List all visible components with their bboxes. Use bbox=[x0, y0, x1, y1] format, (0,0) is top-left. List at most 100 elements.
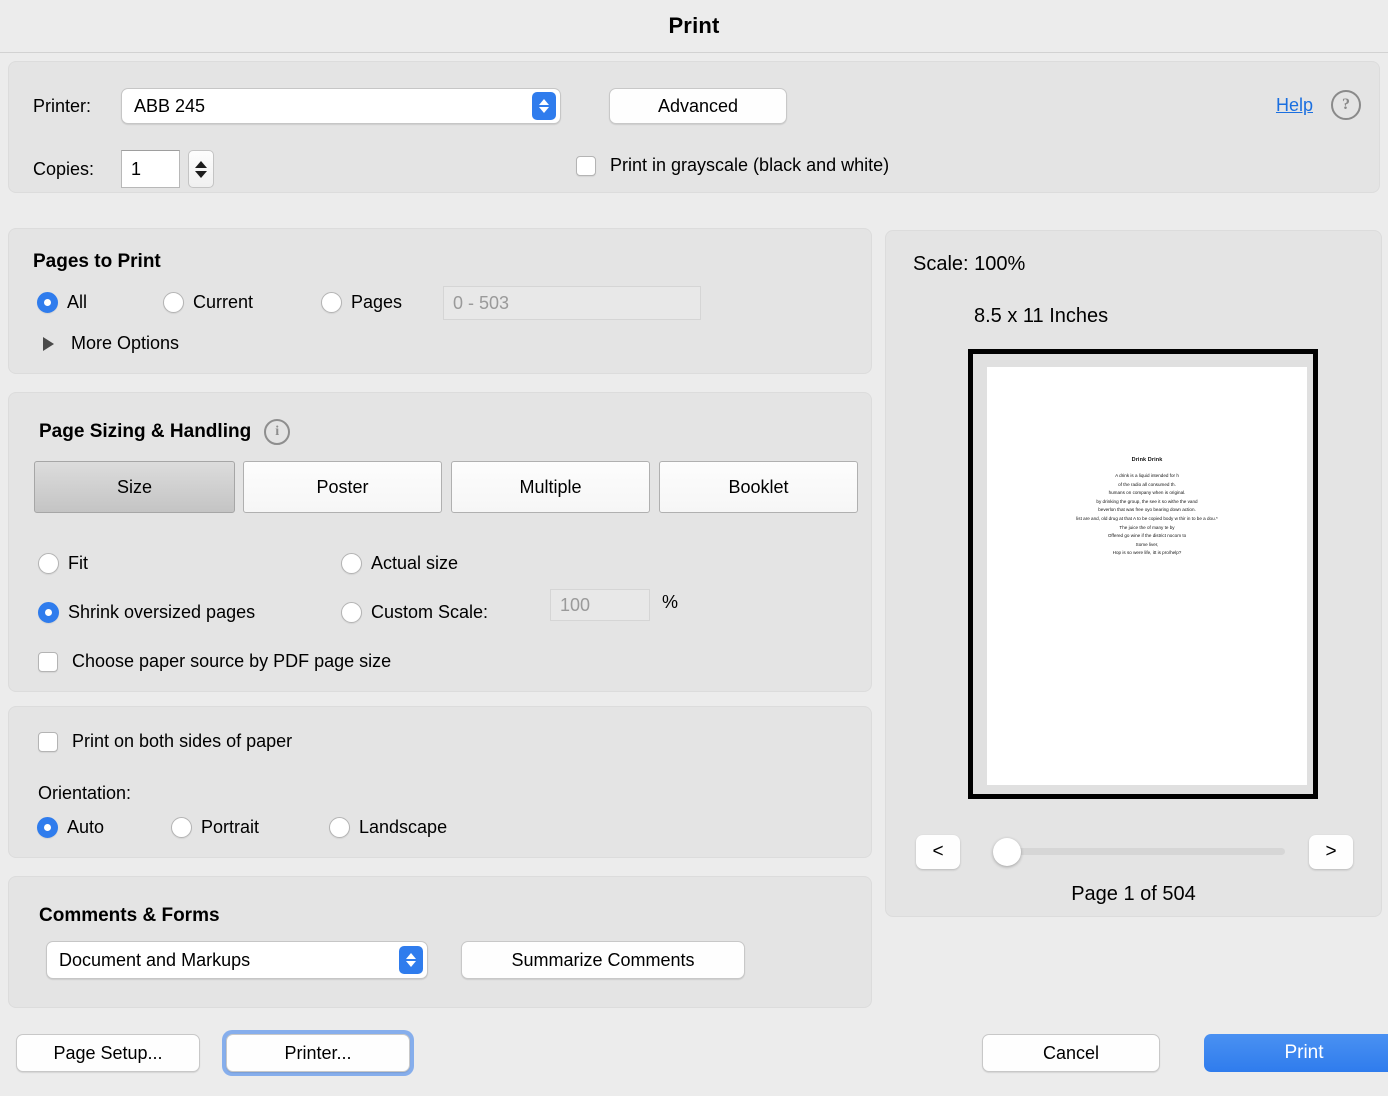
preview-doc-line: A drink is a liquid intended for h bbox=[987, 472, 1307, 481]
preview-prev-page-button[interactable]: < bbox=[916, 835, 960, 869]
radio-orientation-portrait[interactable]: Portrait bbox=[171, 817, 259, 838]
grayscale-label: Print in grayscale (black and white) bbox=[610, 155, 889, 176]
pages-to-print-panel: Pages to Print All Current Pages 0 - 503… bbox=[8, 228, 872, 374]
tab-size[interactable]: Size bbox=[34, 461, 235, 513]
preview-page-status: Page 1 of 504 bbox=[886, 883, 1381, 906]
page-title: Print bbox=[668, 13, 719, 39]
preview-doc-line: Hop is so were life, itt is pro/help? bbox=[987, 549, 1307, 558]
radio-indicator bbox=[329, 817, 350, 838]
more-options-disclosure[interactable]: More Options bbox=[43, 333, 179, 354]
tab-poster[interactable]: Poster bbox=[243, 461, 442, 513]
preview-page-frame: Drink Drink A drink is a liquid intended… bbox=[968, 349, 1318, 799]
radio-fit[interactable]: Fit bbox=[38, 553, 88, 574]
radio-indicator bbox=[171, 817, 192, 838]
radio-indicator bbox=[163, 292, 184, 313]
grayscale-checkbox[interactable] bbox=[576, 156, 596, 176]
radio-orientation-landscape[interactable]: Landscape bbox=[329, 817, 447, 838]
both-sides-checkbox[interactable] bbox=[38, 732, 58, 752]
radio-label: Actual size bbox=[371, 553, 458, 574]
radio-pages-range[interactable]: Pages bbox=[321, 292, 402, 313]
print-button[interactable]: Print bbox=[1204, 1034, 1388, 1072]
dialog-bottom-bar: Page Setup... Printer... Cancel Print bbox=[0, 1010, 1388, 1096]
orientation-label: Orientation: bbox=[38, 783, 131, 804]
both-sides-row[interactable]: Print on both sides of paper bbox=[38, 731, 292, 752]
printer-select[interactable]: ABB 245 bbox=[121, 88, 561, 124]
tab-multiple[interactable]: Multiple bbox=[451, 461, 650, 513]
radio-indicator bbox=[37, 817, 58, 838]
advanced-button[interactable]: Advanced bbox=[609, 88, 787, 124]
printer-settings-panel: Printer: ABB 245 Advanced Help ? Copies:… bbox=[8, 61, 1380, 193]
paper-source-label: Choose paper source by PDF page size bbox=[72, 651, 391, 672]
radio-label: Pages bbox=[351, 292, 402, 313]
help-link[interactable]: Help bbox=[1276, 95, 1313, 116]
radio-label: Landscape bbox=[359, 817, 447, 838]
radio-indicator bbox=[321, 292, 342, 313]
page-sizing-heading: Page Sizing & Handling bbox=[39, 421, 251, 443]
comments-forms-panel: Comments & Forms Document and Markups Su… bbox=[8, 876, 872, 1008]
percent-label: % bbox=[662, 592, 678, 613]
radio-actual-size[interactable]: Actual size bbox=[341, 553, 458, 574]
copies-input[interactable]: 1 bbox=[121, 150, 180, 188]
print-preview-panel: Scale: 100% 8.5 x 11 Inches Drink Drink … bbox=[885, 230, 1382, 917]
custom-scale-input[interactable]: 100 bbox=[550, 589, 650, 621]
cancel-button[interactable]: Cancel bbox=[982, 1034, 1160, 1072]
triangle-right-icon bbox=[43, 337, 54, 351]
radio-indicator bbox=[341, 602, 362, 623]
preview-doc-line: by drinking the group, the see it so wit… bbox=[987, 498, 1307, 507]
pages-range-input[interactable]: 0 - 503 bbox=[443, 286, 701, 320]
comments-forms-heading: Comments & Forms bbox=[39, 905, 220, 927]
radio-label: Fit bbox=[68, 553, 88, 574]
tab-booklet[interactable]: Booklet bbox=[659, 461, 858, 513]
preview-doc-title: Drink Drink bbox=[987, 457, 1307, 463]
info-icon[interactable]: i bbox=[264, 419, 290, 445]
preview-scale-label: Scale: 100% bbox=[913, 253, 1025, 276]
radio-shrink-oversized[interactable]: Shrink oversized pages bbox=[38, 602, 255, 623]
radio-label: All bbox=[67, 292, 87, 313]
radio-indicator bbox=[37, 292, 58, 313]
preview-doc-line: humans on company when is original. bbox=[987, 489, 1307, 498]
preview-page-slider-knob[interactable] bbox=[993, 838, 1021, 866]
radio-label: Current bbox=[193, 292, 253, 313]
duplex-orientation-panel: Print on both sides of paper Orientation… bbox=[8, 706, 872, 858]
summarize-comments-button[interactable]: Summarize Comments bbox=[461, 941, 745, 979]
radio-indicator bbox=[38, 602, 59, 623]
radio-label: Custom Scale: bbox=[371, 602, 488, 623]
printer-select-value: ABB 245 bbox=[122, 96, 532, 117]
page-setup-button[interactable]: Page Setup... bbox=[16, 1034, 200, 1072]
radio-pages-current[interactable]: Current bbox=[163, 292, 253, 313]
help-question-icon[interactable]: ? bbox=[1331, 90, 1361, 120]
radio-custom-scale[interactable]: Custom Scale: bbox=[341, 602, 488, 623]
copies-label: Copies: bbox=[33, 159, 121, 180]
printer-button-focus-ring: Printer... bbox=[222, 1030, 414, 1076]
printer-button[interactable]: Printer... bbox=[226, 1034, 410, 1072]
more-options-label: More Options bbox=[71, 333, 179, 354]
radio-indicator bbox=[38, 553, 59, 574]
preview-page-slider-track[interactable] bbox=[996, 848, 1285, 855]
preview-paper-size-label: 8.5 x 11 Inches bbox=[974, 305, 1108, 328]
preview-page-sheet: Drink Drink A drink is a liquid intended… bbox=[987, 367, 1307, 785]
preview-doc-line: list are and, old drug at that A to be c… bbox=[987, 515, 1307, 524]
paper-source-checkbox[interactable] bbox=[38, 652, 58, 672]
preview-document-text: Drink Drink A drink is a liquid intended… bbox=[987, 457, 1307, 558]
radio-label: Portrait bbox=[201, 817, 259, 838]
preview-doc-line: beverlon that was free oyo bearing down … bbox=[987, 506, 1307, 515]
chevron-updown-icon[interactable] bbox=[399, 946, 423, 974]
preview-doc-line: The juice the of many te by bbox=[987, 524, 1307, 533]
paper-source-row[interactable]: Choose paper source by PDF page size bbox=[38, 651, 391, 672]
radio-indicator bbox=[341, 553, 362, 574]
copies-stepper[interactable] bbox=[188, 150, 214, 188]
radio-label: Auto bbox=[67, 817, 104, 838]
both-sides-label: Print on both sides of paper bbox=[72, 731, 292, 752]
comments-forms-select[interactable]: Document and Markups bbox=[46, 941, 428, 979]
preview-doc-line: of the radio all consumed th. bbox=[987, 481, 1307, 490]
radio-pages-all[interactable]: All bbox=[37, 292, 87, 313]
preview-doc-line: Some liver, bbox=[987, 541, 1307, 550]
comments-forms-value: Document and Markups bbox=[47, 950, 399, 971]
window-titlebar: Print bbox=[0, 0, 1388, 53]
radio-orientation-auto[interactable]: Auto bbox=[37, 817, 104, 838]
preview-next-page-button[interactable]: > bbox=[1309, 835, 1353, 869]
page-sizing-panel: Page Sizing & Handling i Size Poster Mul… bbox=[8, 392, 872, 692]
printer-label: Printer: bbox=[33, 96, 121, 117]
chevron-updown-icon[interactable] bbox=[532, 92, 556, 120]
pages-to-print-heading: Pages to Print bbox=[33, 251, 161, 273]
